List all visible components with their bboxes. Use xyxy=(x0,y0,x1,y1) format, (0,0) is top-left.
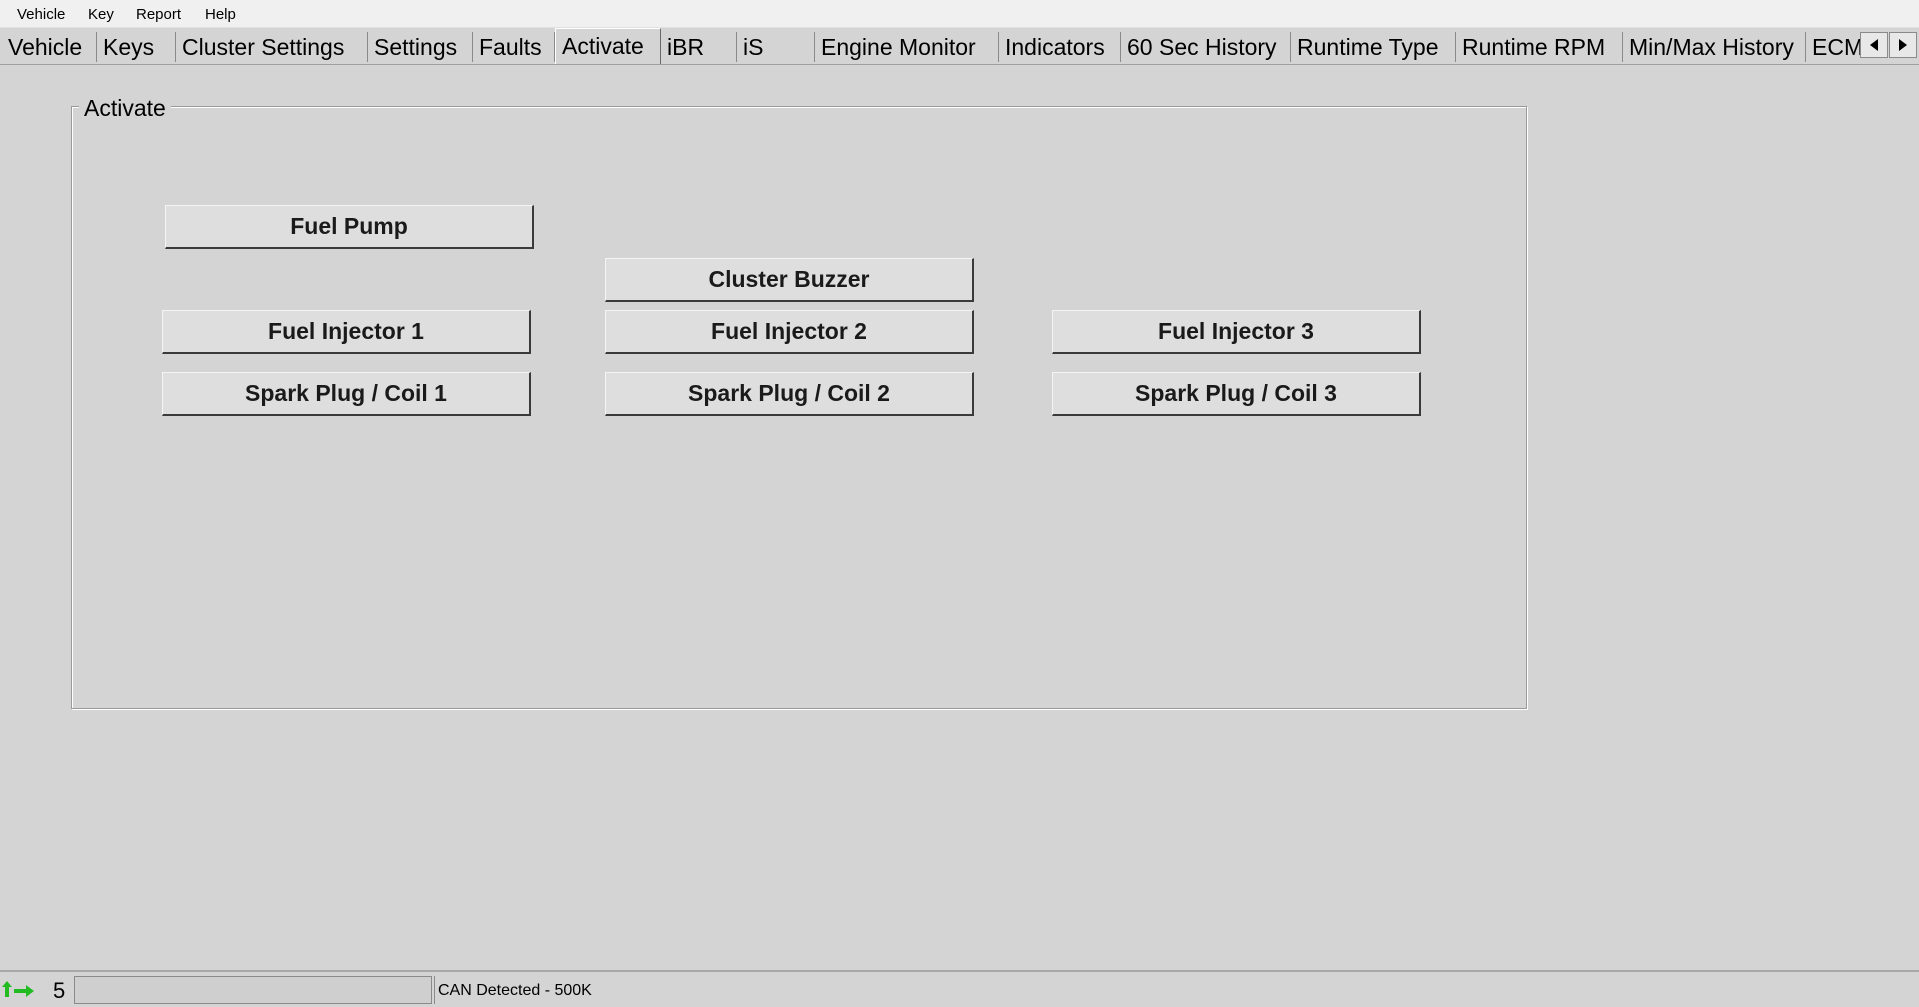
tab-cluster-settings[interactable]: Cluster Settings xyxy=(176,32,368,62)
tab-engine-monitor[interactable]: Engine Monitor xyxy=(815,32,999,62)
menu-help[interactable]: Help xyxy=(205,6,236,23)
tab-settings[interactable]: Settings xyxy=(368,32,473,62)
tab-ecm[interactable]: ECM xyxy=(1806,32,1860,62)
tab-ibr[interactable]: iBR xyxy=(661,32,737,62)
group-title: Activate xyxy=(79,95,171,122)
fuel-injector-1-button[interactable]: Fuel Injector 1 xyxy=(162,310,531,354)
status-bar: 5 CAN Detected - 500K xyxy=(0,970,1919,1007)
status-count: 5 xyxy=(53,978,66,1003)
fuel-injector-3-button[interactable]: Fuel Injector 3 xyxy=(1052,310,1421,354)
fuel-injector-2-button[interactable]: Fuel Injector 2 xyxy=(605,310,974,354)
tab-runtime-type[interactable]: Runtime Type xyxy=(1291,32,1456,62)
cluster-buzzer-button[interactable]: Cluster Buzzer xyxy=(605,258,974,302)
tab-keys[interactable]: Keys xyxy=(97,32,176,62)
tab-60-sec-history[interactable]: 60 Sec History xyxy=(1121,32,1291,62)
status-divider xyxy=(434,976,435,1004)
tab-activate[interactable]: Activate xyxy=(555,28,661,64)
tab-faults[interactable]: Faults xyxy=(473,32,555,62)
green-arrows-icon xyxy=(2,981,36,1004)
menu-key[interactable]: Key xyxy=(88,6,114,23)
spark-plug-coil-1-button[interactable]: Spark Plug / Coil 1 xyxy=(162,372,531,416)
tab-scroll-right-button[interactable] xyxy=(1889,32,1917,58)
tab-runtime-rpm[interactable]: Runtime RPM xyxy=(1456,32,1623,62)
tab-indicators[interactable]: Indicators xyxy=(999,32,1121,62)
tab-min-max-history[interactable]: Min/Max History xyxy=(1623,32,1806,62)
tab-scroll-left-button[interactable] xyxy=(1860,32,1888,58)
main-window: Vehicle Key Report Help Vehicle Keys Clu… xyxy=(0,0,1919,1007)
triangle-left-icon xyxy=(1870,39,1878,51)
tab-strip: Vehicle Keys Cluster Settings Settings F… xyxy=(0,28,1919,65)
menu-report[interactable]: Report xyxy=(136,6,181,23)
spark-plug-coil-3-button[interactable]: Spark Plug / Coil 3 xyxy=(1052,372,1421,416)
spark-plug-coil-2-button[interactable]: Spark Plug / Coil 2 xyxy=(605,372,974,416)
menu-vehicle[interactable]: Vehicle xyxy=(17,6,65,23)
fuel-pump-button[interactable]: Fuel Pump xyxy=(165,205,534,249)
triangle-right-icon xyxy=(1899,39,1907,51)
tab-vehicle[interactable]: Vehicle xyxy=(2,32,97,62)
status-progress-panel xyxy=(74,976,432,1004)
menu-bar: Vehicle Key Report Help xyxy=(0,0,1919,28)
status-message: CAN Detected - 500K xyxy=(438,982,592,999)
tab-is[interactable]: iS xyxy=(737,32,815,62)
